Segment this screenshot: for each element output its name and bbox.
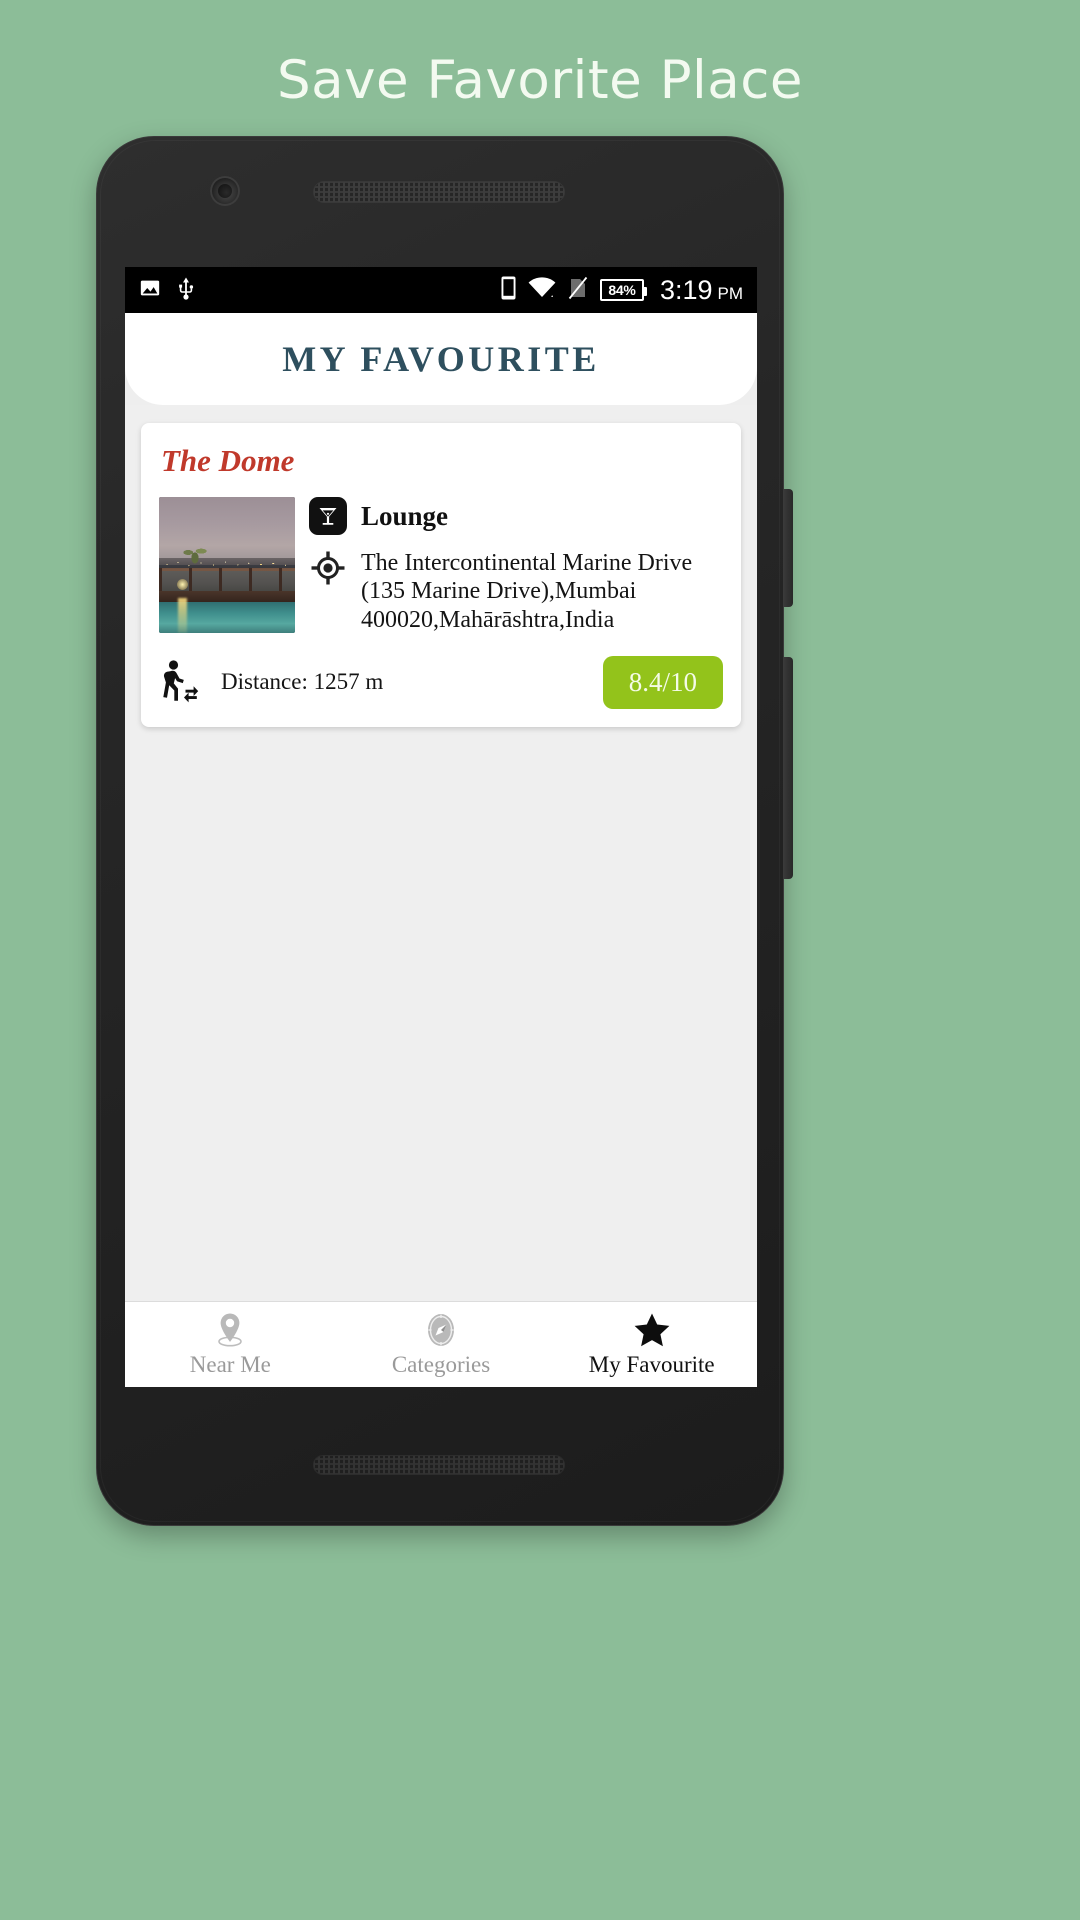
cocktail-glass-icon <box>309 497 347 535</box>
clock-time: 3:19 <box>659 274 713 305</box>
category-label: Lounge <box>361 501 449 531</box>
nav-item-near-me[interactable]: Near Me <box>125 1302 336 1387</box>
status-bar-left-icons <box>139 276 195 305</box>
nav-label-my-favourite: My Favourite <box>588 1351 715 1377</box>
usb-icon <box>177 276 195 305</box>
category-row: Lounge <box>309 497 723 535</box>
distance-label: Distance: 1257 m <box>221 669 384 695</box>
front-camera-icon <box>210 176 240 206</box>
place-name: The Dome <box>161 443 295 478</box>
bottom-navigation: Near Me Categories My Favourite <box>125 1301 757 1387</box>
nav-item-categories[interactable]: Categories <box>336 1302 547 1387</box>
wifi-icon <box>528 276 556 304</box>
compass-icon <box>423 1312 459 1348</box>
crosshair-target-icon <box>309 549 347 587</box>
place-thumbnail[interactable] <box>159 497 295 633</box>
app-header: MY FAVOURITE <box>125 313 757 405</box>
promo-title: Save Favorite Place <box>277 50 803 111</box>
walking-person-icon <box>159 659 203 705</box>
phone-icon <box>501 276 516 305</box>
star-icon <box>633 1312 671 1348</box>
nav-label-categories: Categories <box>391 1351 491 1377</box>
nav-item-my-favourite[interactable]: My Favourite <box>546 1302 757 1387</box>
phone-screen: 84% 3:19 PM MY FAVOURITE The Dome Lounge… <box>125 267 757 1387</box>
clock-meridiem: PM <box>717 283 744 303</box>
rating-badge[interactable]: 8.4/10 <box>602 655 723 709</box>
address-row: The Intercontinental Marine Drive (135 M… <box>309 549 723 634</box>
place-card[interactable]: The Dome Lounge The Intercontinental Mar… <box>141 423 741 727</box>
distance-rating-row: Distance: 1257 m 8.4/10 <box>159 655 723 709</box>
content-area: The Dome Lounge The Intercontinental Mar… <box>125 405 757 1301</box>
status-bar-right-icons: 84% 3:19 PM <box>501 275 743 306</box>
power-button[interactable] <box>783 489 793 607</box>
bottom-speaker-grille <box>313 1455 565 1475</box>
volume-button[interactable] <box>783 657 793 879</box>
earpiece-speaker-grille <box>313 181 565 203</box>
nav-label-near-me: Near Me <box>189 1351 271 1377</box>
sim-off-icon <box>568 276 588 305</box>
page-title: MY FAVOURITE <box>282 339 600 379</box>
phone-device-frame: 84% 3:19 PM MY FAVOURITE The Dome Lounge… <box>96 136 793 1526</box>
battery-indicator: 84% <box>599 279 647 301</box>
map-pin-icon <box>212 1312 248 1348</box>
status-bar-clock: 3:19 PM <box>660 275 743 306</box>
status-bar: 84% 3:19 PM <box>125 267 757 313</box>
place-address: The Intercontinental Marine Drive (135 M… <box>361 550 693 633</box>
image-icon <box>139 277 161 304</box>
